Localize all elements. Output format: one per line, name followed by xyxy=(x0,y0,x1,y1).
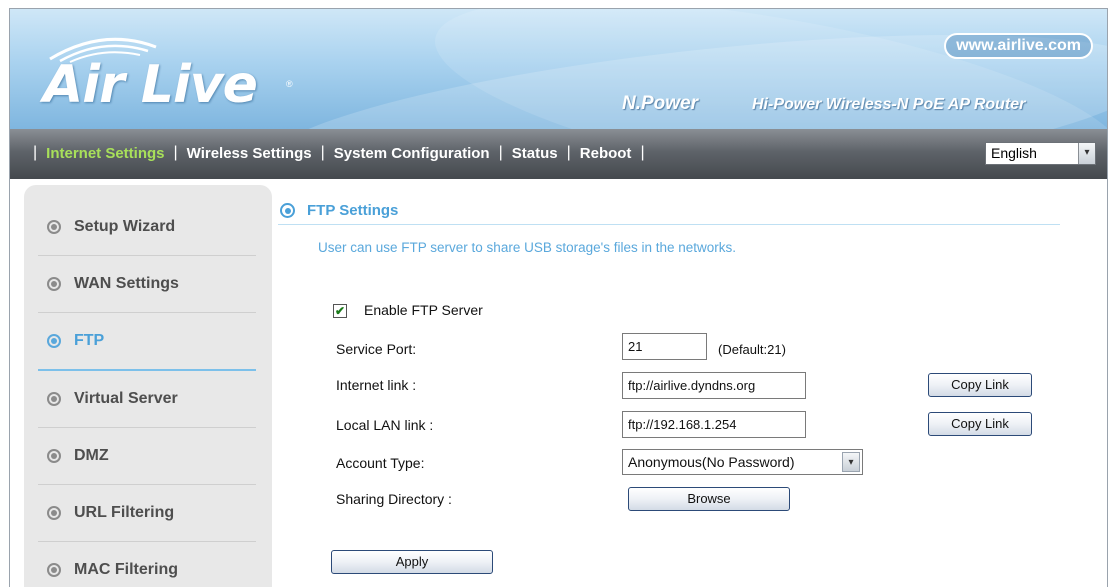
browse-button[interactable]: Browse xyxy=(628,487,790,511)
bullet-icon xyxy=(47,276,61,291)
site-url-link[interactable]: www.airlive.com xyxy=(944,33,1093,59)
nav-separator: | xyxy=(498,144,503,161)
chevron-down-icon[interactable]: ▾ xyxy=(842,452,860,472)
sidebar-item-label: URL Filtering xyxy=(74,503,175,521)
internet-link-label: Internet link : xyxy=(336,377,417,393)
copy-local-link-button[interactable]: Copy Link xyxy=(928,412,1032,436)
sidebar-item-label: Setup Wizard xyxy=(74,217,176,235)
bullet-icon xyxy=(47,448,61,463)
bullet-icon xyxy=(47,333,61,348)
sidebar-item-dmz[interactable]: DMZ xyxy=(24,427,272,484)
enable-ftp-checkbox[interactable]: ✔ xyxy=(333,304,347,318)
header-banner: Air Live ® www.airlive.com N.Power Hi-Po… xyxy=(10,9,1107,129)
nav-internet-settings[interactable]: Internet Settings xyxy=(46,145,164,162)
internet-link-field[interactable]: ftp://airlive.dyndns.org xyxy=(622,372,806,399)
sidebar-item-label: MAC Filtering xyxy=(74,560,178,578)
sidebar: Setup Wizard WAN Settings FTP Virtual Se… xyxy=(24,185,272,587)
bullet-icon xyxy=(47,219,61,234)
service-port-input[interactable]: 21 xyxy=(622,333,707,360)
section-description: User can use FTP server to share USB sto… xyxy=(318,240,736,255)
bullet-icon xyxy=(47,505,61,520)
sidebar-item-label: Virtual Server xyxy=(74,389,178,407)
local-lan-link-field[interactable]: ftp://192.168.1.254 xyxy=(622,411,806,438)
language-value: English xyxy=(991,145,1037,161)
account-type-label: Account Type: xyxy=(336,455,425,471)
product-name: N.Power xyxy=(622,93,699,114)
service-port-default-hint: (Default:21) xyxy=(718,342,786,357)
chevron-down-icon[interactable]: ▾ xyxy=(1078,143,1095,164)
account-type-select[interactable]: Anonymous(No Password) ▾ xyxy=(622,449,863,475)
nav-system-configuration[interactable]: System Configuration xyxy=(334,145,490,162)
section-title: FTP Settings xyxy=(307,202,399,219)
nav-separator: | xyxy=(33,144,38,161)
enable-ftp-label: Enable FTP Server xyxy=(364,302,483,318)
service-port-label: Service Port: xyxy=(336,341,417,357)
nav-separator: | xyxy=(566,144,571,161)
sidebar-item-wan-settings[interactable]: WAN Settings xyxy=(24,255,272,312)
sidebar-item-setup-wizard[interactable]: Setup Wizard xyxy=(24,198,272,255)
copy-internet-link-button[interactable]: Copy Link xyxy=(928,373,1032,397)
apply-button[interactable]: Apply xyxy=(331,550,493,574)
sidebar-item-virtual-server[interactable]: Virtual Server xyxy=(24,370,272,427)
sidebar-item-label: FTP xyxy=(74,331,105,349)
bullet-icon xyxy=(47,391,61,406)
sidebar-item-mac-filtering[interactable]: MAC Filtering xyxy=(24,541,272,587)
sidebar-item-ftp[interactable]: FTP xyxy=(24,312,272,369)
bullet-icon xyxy=(47,562,61,577)
product-description: Hi-Power Wireless-N PoE AP Router xyxy=(752,96,1026,113)
section-divider xyxy=(278,224,1060,225)
sidebar-item-label: DMZ xyxy=(74,446,109,464)
sharing-directory-label: Sharing Directory : xyxy=(336,491,452,507)
section-bullet-icon xyxy=(280,203,295,218)
top-nav-bar: | Internet Settings | Wireless Settings … xyxy=(10,129,1107,179)
airlive-logo: Air Live xyxy=(43,55,258,115)
nav-reboot[interactable]: Reboot xyxy=(580,145,632,162)
local-lan-link-label: Local LAN link : xyxy=(336,417,434,433)
language-select[interactable]: English ▾ xyxy=(985,142,1096,165)
nav-separator: | xyxy=(640,144,645,161)
registered-mark: ® xyxy=(286,79,293,89)
nav-wireless-settings[interactable]: Wireless Settings xyxy=(187,145,312,162)
nav-separator: | xyxy=(320,144,325,161)
router-admin-frame: Air Live ® www.airlive.com N.Power Hi-Po… xyxy=(9,8,1108,587)
nav-separator: | xyxy=(173,144,178,161)
main-menu: | Internet Settings | Wireless Settings … xyxy=(24,144,654,162)
sidebar-item-label: WAN Settings xyxy=(74,274,179,292)
sidebar-item-url-filtering[interactable]: URL Filtering xyxy=(24,484,272,541)
account-type-value: Anonymous(No Password) xyxy=(628,454,795,470)
nav-status[interactable]: Status xyxy=(512,145,558,162)
